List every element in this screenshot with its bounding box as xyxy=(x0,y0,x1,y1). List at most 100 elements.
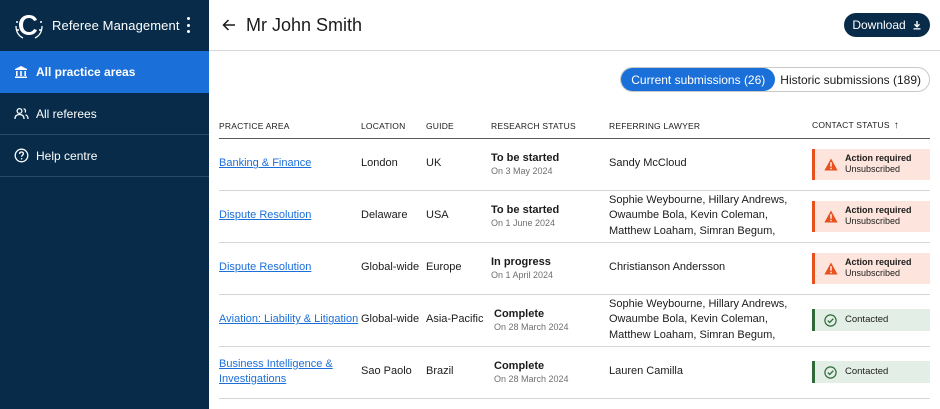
download-label: Download xyxy=(852,18,906,32)
column-header-location[interactable]: LOCATION xyxy=(361,114,426,139)
table-row: Dispute Resolution Global-wide Europe In… xyxy=(219,242,930,295)
more-menu-icon[interactable] xyxy=(183,17,193,33)
tab-historic-submissions[interactable]: Historic submissions (189) xyxy=(775,68,929,91)
column-header-label: CONTACT STATUS xyxy=(812,120,890,131)
tab-current-submissions[interactable]: Current submissions (26) xyxy=(621,68,776,91)
page-header: Mr John Smith Download xyxy=(209,0,940,51)
table-row: Banking & Finance London UK To be starte… xyxy=(219,138,930,191)
practice-area-cell: Dispute Resolution xyxy=(219,242,361,295)
research-status: Complete xyxy=(494,307,545,320)
warning-icon xyxy=(823,209,838,223)
help-icon xyxy=(13,148,29,164)
practice-area-link[interactable]: Aviation: Liability & Litigation xyxy=(219,313,358,325)
location-cell: Global-wide xyxy=(361,242,426,295)
submissions-table: PRACTICE AREA LOCATION GUIDE RESEARCH ST… xyxy=(219,114,930,399)
table-row: Aviation: Liability & Litigation Global-… xyxy=(219,294,930,347)
practice-area-link[interactable]: Dispute Resolution xyxy=(219,261,311,273)
practice-area-link[interactable]: Banking & Finance xyxy=(219,157,311,169)
status-subtitle: Unsubscribed xyxy=(845,164,901,174)
research-date: On 1 April 2024 xyxy=(491,269,554,280)
status-badge: Contacted xyxy=(812,361,930,383)
page-title: Mr John Smith xyxy=(246,14,363,35)
sidebar-item-help-centre[interactable]: Help centre xyxy=(0,135,209,177)
contact-status-cell: Contacted xyxy=(812,346,930,399)
research-status: To be started xyxy=(491,203,560,216)
column-header-research-status[interactable]: RESEARCH STATUS xyxy=(491,114,609,139)
location-cell: London xyxy=(361,138,426,191)
status-title: Contacted xyxy=(845,366,889,378)
warning-icon xyxy=(823,261,838,275)
status-badge: Contacted xyxy=(812,309,930,331)
sidebar-item-label: Help centre xyxy=(36,148,98,163)
table-row: Dispute Resolution Delaware USA To be st… xyxy=(219,190,930,243)
sidebar: Referee Management All practice areas Al… xyxy=(0,0,209,409)
location-cell: Delaware xyxy=(361,190,426,243)
bank-icon xyxy=(13,64,29,80)
practice-area-cell: Banking & Finance xyxy=(219,138,361,191)
column-header-referring-lawyer[interactable]: REFERRING LAWYER xyxy=(609,114,812,139)
research-status-cell: Complete On 28 March 2024 xyxy=(491,294,609,347)
practice-area-link[interactable]: Business Intelligence & Investigations xyxy=(219,358,333,386)
logo-icon xyxy=(12,12,45,40)
status-title: Contacted xyxy=(845,314,889,326)
practice-area-cell: Aviation: Liability & Litigation xyxy=(219,294,361,347)
sidebar-item-label: All practice areas xyxy=(36,64,136,79)
referring-lawyer-cell: Sandy McCloud xyxy=(609,138,812,191)
status-subtitle: Unsubscribed xyxy=(845,216,901,226)
practice-area-cell: Dispute Resolution xyxy=(219,190,361,243)
contact-status-cell: Action required Unsubscribed xyxy=(812,190,930,243)
warning-icon xyxy=(823,157,838,171)
referring-lawyer-cell: Sophie Weybourne, Hillary Andrews, Owaum… xyxy=(609,294,812,347)
column-header-guide[interactable]: GUIDE xyxy=(426,114,491,139)
research-date: On 1 June 2024 xyxy=(491,217,556,228)
research-status-cell: To be started On 3 May 2024 xyxy=(491,138,609,191)
guide-cell: Asia-Pacific xyxy=(426,294,491,347)
submissions-toggle: Current submissions (26) Historic submis… xyxy=(620,67,930,92)
status-badge: Action required Unsubscribed xyxy=(812,200,930,232)
research-date: On 28 March 2024 xyxy=(494,321,569,332)
sidebar-item-all-referees[interactable]: All referees xyxy=(0,93,209,135)
referring-lawyer-cell: Christianson Andersson xyxy=(609,242,812,295)
guide-cell: Europe xyxy=(426,242,491,295)
sort-ascending-icon[interactable]: ↑ xyxy=(894,120,899,131)
location-cell: Sao Paolo xyxy=(361,346,426,399)
practice-area-cell: Business Intelligence & Investigations xyxy=(219,346,361,399)
status-title: Action required xyxy=(845,153,912,163)
sidebar-item-all-practice-areas[interactable]: All practice areas xyxy=(0,51,209,93)
download-icon xyxy=(912,20,922,30)
brand: Referee Management xyxy=(0,0,209,51)
guide-cell: UK xyxy=(426,138,491,191)
research-status-cell: Complete On 28 March 2024 xyxy=(491,346,609,399)
status-badge: Action required Unsubscribed xyxy=(812,148,930,180)
contact-status-cell: Action required Unsubscribed xyxy=(812,242,930,295)
back-arrow-icon[interactable] xyxy=(220,16,238,34)
referring-lawyer-cell: Sophie Weybourne, Hillary Andrews, Owaum… xyxy=(609,190,812,243)
contact-status-cell: Action required Unsubscribed xyxy=(812,138,930,191)
check-circle-icon xyxy=(823,313,838,327)
location-cell: Global-wide xyxy=(361,294,426,347)
guide-cell: Brazil xyxy=(426,346,491,399)
research-status-cell: In progress On 1 April 2024 xyxy=(491,242,609,295)
table-row: Business Intelligence & Investigations S… xyxy=(219,346,930,399)
download-button[interactable]: Download xyxy=(844,13,930,37)
column-header-contact-status[interactable]: CONTACT STATUS ↑ xyxy=(812,114,930,139)
status-title: Action required xyxy=(845,257,912,267)
research-date: On 28 March 2024 xyxy=(494,373,569,384)
contact-status-cell: Contacted xyxy=(812,294,930,347)
check-circle-icon xyxy=(823,365,838,379)
research-status: To be started xyxy=(491,151,560,164)
column-header-practice-area[interactable]: PRACTICE AREA xyxy=(219,114,361,139)
research-status: In progress xyxy=(491,255,551,268)
table-header-row: PRACTICE AREA LOCATION GUIDE RESEARCH ST… xyxy=(219,114,930,139)
main-content: Mr John Smith Download Current submissio… xyxy=(209,0,940,409)
people-icon xyxy=(13,106,29,122)
guide-cell: USA xyxy=(426,190,491,243)
research-status: Complete xyxy=(494,359,545,372)
referring-lawyer-cell: Lauren Camilla xyxy=(609,346,812,399)
app-title: Referee Management xyxy=(52,18,180,33)
practice-area-link[interactable]: Dispute Resolution xyxy=(219,209,311,221)
research-date: On 3 May 2024 xyxy=(491,165,553,176)
research-status-cell: To be started On 1 June 2024 xyxy=(491,190,609,243)
status-subtitle: Unsubscribed xyxy=(845,268,901,278)
sidebar-item-label: All referees xyxy=(36,106,97,121)
